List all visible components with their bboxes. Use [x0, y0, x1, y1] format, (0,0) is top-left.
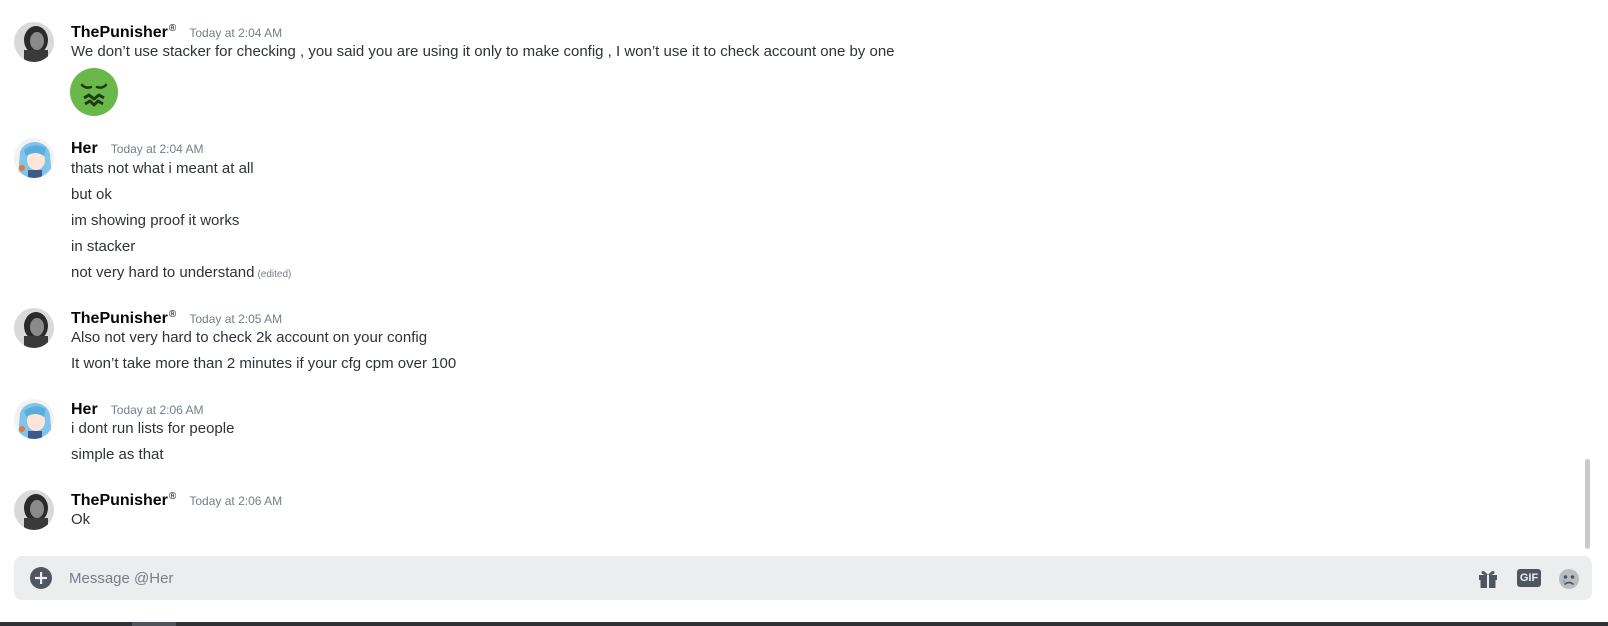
bottom-bar [0, 622, 1608, 626]
message-input[interactable] [69, 556, 1369, 600]
message-text: im showing proof it works [71, 212, 240, 229]
timestamp[interactable]: Today at 2:04 AM [189, 26, 282, 40]
message-text: in stacker [71, 238, 136, 255]
username[interactable]: Her [71, 140, 98, 158]
username[interactable]: ThePunisher [71, 24, 168, 42]
timestamp[interactable]: Today at 2:04 AM [111, 142, 204, 156]
message-composer: GIF [14, 556, 1592, 600]
scrollbar-thumb[interactable] [1585, 459, 1590, 549]
chat-messages: ThePunisher® Today at 2:04 AM We don’t u… [0, 0, 1594, 626]
username-badge: ® [168, 490, 177, 502]
username-badge: ® [168, 22, 177, 34]
username[interactable]: Her [71, 401, 98, 419]
message-header: ThePunisher® Today at 2:06 AM [71, 490, 282, 512]
message-text: simple as that [71, 446, 164, 463]
message-text: Ok [71, 511, 91, 528]
her-avatar[interactable] [14, 138, 54, 178]
edited-label: (edited) [257, 269, 292, 280]
message-text: We don’t use stacker for checking , you … [71, 43, 895, 60]
bottom-bar-segment [132, 622, 176, 626]
username-badge: ® [168, 308, 177, 320]
gift-icon[interactable] [1477, 567, 1499, 589]
plus-icon[interactable] [30, 567, 52, 589]
message-text: not very hard to understand [71, 264, 255, 281]
her-avatar[interactable] [14, 399, 54, 439]
message-text-edited: not very hard to understand (edited) [71, 262, 291, 284]
message-text: but ok [71, 186, 112, 203]
timestamp[interactable]: Today at 2:06 AM [111, 403, 204, 417]
message-text: thats not what i meant at all [71, 160, 254, 177]
timestamp[interactable]: Today at 2:05 AM [189, 312, 282, 326]
punisher-avatar[interactable] [14, 490, 54, 530]
nauseated-face-emoji[interactable] [70, 68, 118, 116]
message-header: Her Today at 2:04 AM [71, 138, 204, 160]
gif-icon[interactable]: GIF [1517, 569, 1541, 587]
username[interactable]: ThePunisher [71, 492, 168, 510]
emoji-icon[interactable] [1557, 567, 1581, 589]
timestamp[interactable]: Today at 2:06 AM [189, 494, 282, 508]
message-text: It won’t take more than 2 minutes if you… [71, 355, 457, 372]
message-text: i dont run lists for people [71, 420, 235, 437]
punisher-avatar[interactable] [14, 22, 54, 62]
username[interactable]: ThePunisher [71, 310, 168, 328]
punisher-avatar[interactable] [14, 308, 54, 348]
message-text: Also not very hard to check 2k account o… [71, 329, 428, 346]
